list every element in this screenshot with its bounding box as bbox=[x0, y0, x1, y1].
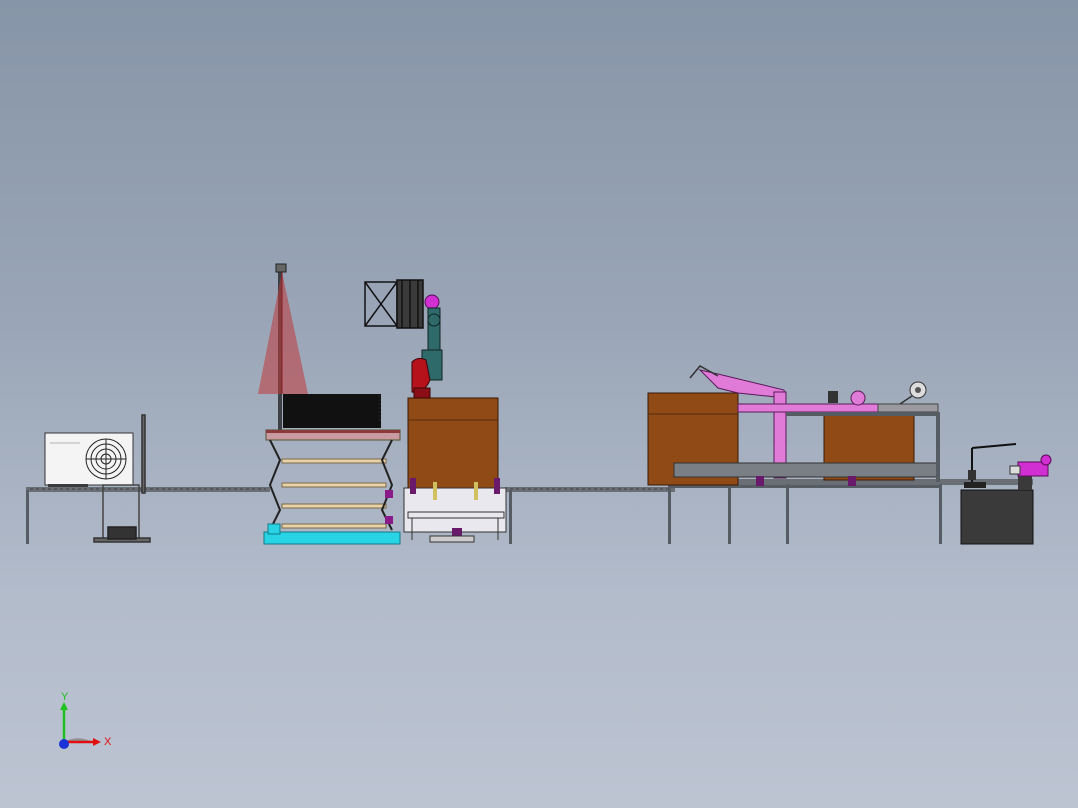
wood-crate-center bbox=[407, 397, 499, 489]
wheel-icon bbox=[850, 390, 866, 406]
conveyor-line bbox=[26, 479, 1033, 544]
scissor-lift-table bbox=[263, 429, 401, 545]
lift-base bbox=[263, 531, 401, 545]
black-material-stack bbox=[283, 394, 381, 428]
industrial-robot-arm bbox=[364, 279, 443, 399]
cad-viewport: X Y bbox=[26, 263, 1052, 749]
lift-platform-layers bbox=[281, 458, 387, 529]
pink-end-effector bbox=[1009, 454, 1052, 477]
y-axis-label: Y bbox=[61, 691, 69, 703]
heat-exchanger-unit bbox=[44, 432, 134, 487]
robot-gripper-frame bbox=[364, 279, 424, 329]
crate-support-frame bbox=[403, 478, 507, 543]
orientation-triad: X Y bbox=[59, 691, 112, 749]
laser-cone bbox=[258, 272, 308, 394]
fan-grille-icon bbox=[85, 438, 127, 480]
x-axis-label: X bbox=[104, 736, 112, 748]
z-axis-dot bbox=[59, 739, 69, 749]
